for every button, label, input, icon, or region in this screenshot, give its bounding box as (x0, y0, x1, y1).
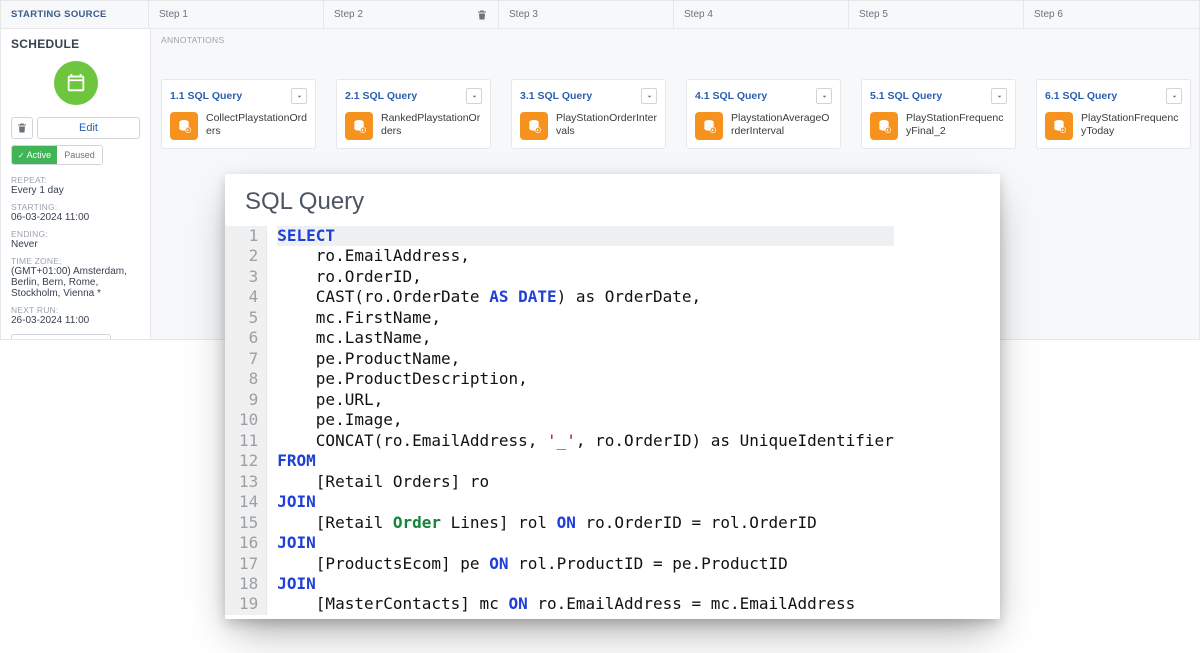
step-header-row: STARTING SOURCE Step 1 Step 2 Step 3 Ste… (1, 1, 1199, 29)
database-icon (695, 112, 723, 140)
chevron-down-icon (1170, 92, 1179, 101)
code-content[interactable]: SELECT ro.EmailAddress, ro.OrderID, CAST… (267, 226, 894, 615)
status-active[interactable]: Active (12, 146, 57, 164)
timezone-value: (GMT+01:00) Amsterdam, Berlin, Bern, Rom… (11, 266, 140, 299)
card-dropdown-button[interactable] (466, 88, 482, 104)
step-header-4[interactable]: Step 4 (674, 1, 849, 28)
status-toggle[interactable]: Active Paused (11, 145, 103, 165)
card-activity-name: PlayStationOrderIntervals (556, 112, 657, 138)
card-dropdown-button[interactable] (991, 88, 1007, 104)
step-header-5-label: Step 5 (859, 9, 888, 20)
sql-step-card[interactable]: 5.1 SQL Query PlayStationFrequencyFinal_2 (861, 79, 1016, 149)
card-activity-name: RankedPlaystationOrders (381, 112, 482, 138)
card-step-number: 2.1 SQL Query (345, 90, 417, 102)
step-header-3[interactable]: Step 3 (499, 1, 674, 28)
sql-step-card[interactable]: 1.1 SQL Query CollectPlaystationOrders (161, 79, 316, 149)
schedule-sidebar: SCHEDULE Edit Active Paused REPEAT: Ever… (1, 29, 151, 340)
ending-value: Never (11, 239, 140, 250)
card-step-number: 6.1 SQL Query (1045, 90, 1117, 102)
step-header-6[interactable]: Step 6 (1024, 1, 1199, 28)
step-header-2[interactable]: Step 2 (324, 1, 499, 28)
card-step-number: 5.1 SQL Query (870, 90, 942, 102)
calendar-icon (54, 61, 98, 105)
cards-row: 1.1 SQL Query CollectPlaystationOrders 2.1… (151, 45, 1199, 149)
card-activity-name: PlaystationAverageOrderInterval (731, 112, 832, 138)
trash-icon[interactable] (476, 9, 488, 21)
annotations-label: ANNOTATIONS (151, 29, 1199, 45)
sql-step-card[interactable]: 6.1 SQL Query PlayStationFrequencyToday (1036, 79, 1191, 149)
skip-next-button[interactable]: Skip Next Occurrence (11, 334, 111, 340)
card-activity-name: PlayStationFrequencyToday (1081, 112, 1182, 138)
sql-code-editor[interactable]: 12345678910111213141516171819 SELECT ro.… (225, 226, 1000, 615)
chevron-down-icon (295, 92, 304, 101)
step-header-1[interactable]: Step 1 (149, 1, 324, 28)
database-icon (1045, 112, 1073, 140)
nextrun-value: 26-03-2024 11:00 (11, 315, 140, 326)
sql-step-card[interactable]: 3.1 SQL Query PlayStationOrderIntervals (511, 79, 666, 149)
step-header-3-label: Step 3 (509, 9, 538, 20)
card-dropdown-button[interactable] (816, 88, 832, 104)
repeat-value: Every 1 day (11, 185, 140, 196)
chevron-down-icon (470, 92, 479, 101)
nextrun-label: NEXT RUN: (11, 305, 140, 315)
status-paused[interactable]: Paused (57, 146, 102, 164)
card-step-number: 3.1 SQL Query (520, 90, 592, 102)
sql-query-panel: SQL Query 12345678910111213141516171819 … (225, 174, 1000, 619)
step-header-6-label: Step 6 (1034, 9, 1063, 20)
chevron-down-icon (645, 92, 654, 101)
ending-label: ENDING: (11, 229, 140, 239)
sql-step-card[interactable]: 2.1 SQL Query RankedPlaystationOrders (336, 79, 491, 149)
timezone-label: TIME ZONE: (11, 256, 140, 266)
line-number-gutter: 12345678910111213141516171819 (225, 226, 267, 615)
step-header-4-label: Step 4 (684, 9, 713, 20)
schedule-title: SCHEDULE (11, 37, 140, 51)
chevron-down-icon (995, 92, 1004, 101)
card-step-number: 4.1 SQL Query (695, 90, 767, 102)
chevron-down-icon (820, 92, 829, 101)
database-icon (520, 112, 548, 140)
repeat-label: REPEAT: (11, 175, 140, 185)
starting-value: 06-03-2024 11:00 (11, 212, 140, 223)
database-icon (345, 112, 373, 140)
card-activity-name: PlayStationFrequencyFinal_2 (906, 112, 1007, 138)
database-icon (170, 112, 198, 140)
card-activity-name: CollectPlaystationOrders (206, 112, 307, 138)
step-header-5[interactable]: Step 5 (849, 1, 1024, 28)
starting-source-header: STARTING SOURCE (1, 1, 149, 28)
delete-schedule-button[interactable] (11, 117, 33, 139)
database-icon (870, 112, 898, 140)
step-header-1-label: Step 1 (159, 9, 188, 20)
starting-label: STARTING: (11, 202, 140, 212)
card-dropdown-button[interactable] (1166, 88, 1182, 104)
edit-schedule-button[interactable]: Edit (37, 117, 140, 139)
sql-panel-title: SQL Query (225, 174, 1000, 226)
card-step-number: 1.1 SQL Query (170, 90, 242, 102)
card-dropdown-button[interactable] (641, 88, 657, 104)
step-header-2-label: Step 2 (334, 9, 363, 20)
sql-step-card[interactable]: 4.1 SQL Query PlaystationAverageOrderInte… (686, 79, 841, 149)
card-dropdown-button[interactable] (291, 88, 307, 104)
